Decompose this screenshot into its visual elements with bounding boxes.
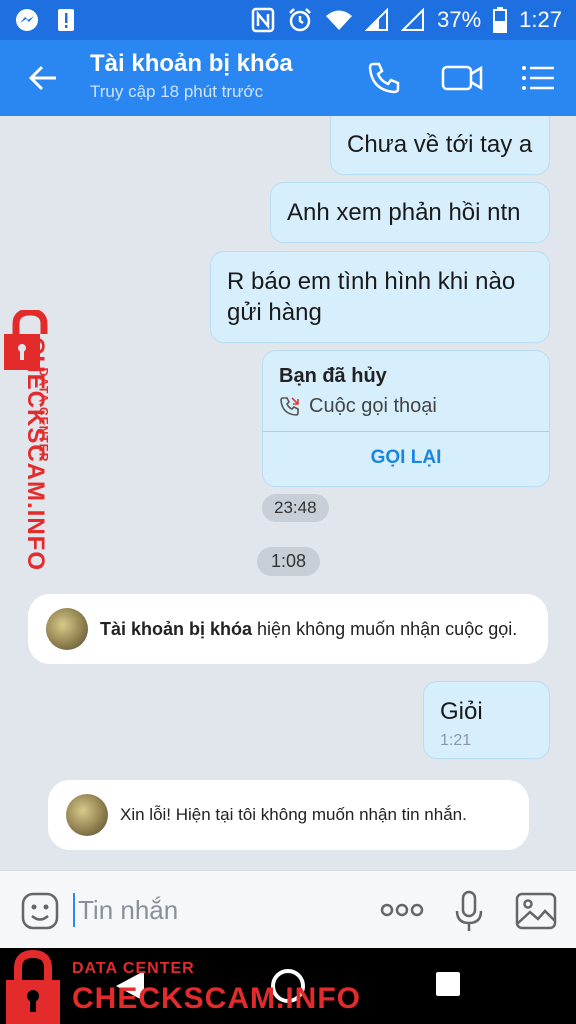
call-status: Bạn đã hủy xyxy=(279,365,387,387)
missed-call-icon xyxy=(280,397,299,416)
call-card: Bạn đã hủy Cuộc gọi thoại GỌI LẠI xyxy=(262,350,550,487)
message-text: Chưa về tới tay a xyxy=(347,131,533,158)
alarm-icon xyxy=(287,7,313,33)
message-text: Anh xem phản hồi ntn xyxy=(287,199,521,226)
gallery-button[interactable] xyxy=(514,891,558,931)
status-bar: 37% 1:27 xyxy=(0,0,576,40)
battery-percent: 37% xyxy=(437,7,482,32)
time-divider: 1:08 xyxy=(257,547,321,576)
more-dots-icon xyxy=(380,903,424,917)
message-input[interactable]: Tin nhắn xyxy=(78,895,178,926)
phone-icon xyxy=(368,62,400,94)
list-menu-icon xyxy=(522,66,554,90)
avatar xyxy=(66,794,108,836)
message-bubble[interactable]: R báo em tình hình khi nào gửi hàng xyxy=(210,251,550,343)
clock: 1:27 xyxy=(519,7,562,32)
signal-icon xyxy=(365,8,389,32)
last-seen: Truy cập 18 phút trước xyxy=(90,82,264,101)
lock-icon xyxy=(6,950,60,1024)
voice-call-button[interactable] xyxy=(364,58,404,98)
system-message: Tài khoản bị khóa hiện không muốn nhận c… xyxy=(28,594,548,664)
system-message: Xin lỗi! Hiện tại tôi không muốn nhận ti… xyxy=(48,780,529,850)
nfc-icon xyxy=(251,7,275,33)
composer-bar: Tin nhắn xyxy=(0,870,576,948)
watermark-bottom-brand: CHECKSCAM.INFO xyxy=(72,982,361,1015)
system-message-text: hiện không muốn nhận cuộc gọi. xyxy=(252,618,518,639)
watermark-side-brand: CHECKSCAM.INFO xyxy=(22,337,49,571)
avatar xyxy=(46,608,88,650)
wifi-icon xyxy=(325,8,353,32)
arrow-left-icon xyxy=(28,65,56,91)
emoji-button[interactable] xyxy=(20,891,60,931)
voice-message-button[interactable] xyxy=(452,889,486,933)
watermark-bottom-label: DATA CENTER xyxy=(72,960,195,977)
image-icon xyxy=(515,892,557,930)
nav-recents-button[interactable] xyxy=(436,972,460,996)
options-button[interactable] xyxy=(518,58,558,98)
chat-header: Tài khoản bị khóa Truy cập 18 phút trước xyxy=(0,40,576,116)
contact-name-inline: Tài khoản bị khóa xyxy=(100,618,253,639)
alert-icon xyxy=(56,7,76,33)
messenger-icon xyxy=(14,7,40,33)
divider xyxy=(263,431,549,432)
message-bubble[interactable]: Chưa về tới tay a xyxy=(330,116,550,175)
message-time: 1:21 xyxy=(440,732,472,749)
back-button[interactable] xyxy=(24,58,64,98)
message-text: Giỏi xyxy=(440,698,483,725)
battery-icon xyxy=(493,7,508,33)
message-bubble[interactable]: Giỏi 1:21 xyxy=(423,681,550,759)
call-type: Cuộc gọi thoại xyxy=(309,395,437,417)
more-button[interactable] xyxy=(380,897,424,923)
video-camera-icon xyxy=(441,65,483,91)
message-bubble[interactable]: Anh xem phản hồi ntn xyxy=(270,182,550,243)
chat-area[interactable]: Chưa về tới tay a Anh xem phản hồi ntn R… xyxy=(0,116,576,870)
sticker-icon xyxy=(21,892,59,930)
call-back-button[interactable]: GỌI LẠI xyxy=(263,447,549,469)
microphone-icon xyxy=(455,890,483,931)
signal-2-icon xyxy=(401,8,425,32)
message-time: 23:48 xyxy=(262,494,329,522)
message-text: R báo em tình hình khi nào gửi hàng xyxy=(227,268,516,326)
text-caret xyxy=(73,893,75,927)
system-message-text: Xin lỗi! Hiện tại tôi không muốn nhận ti… xyxy=(120,805,467,824)
contact-name[interactable]: Tài khoản bị khóa xyxy=(90,50,293,78)
video-call-button[interactable] xyxy=(440,58,484,98)
